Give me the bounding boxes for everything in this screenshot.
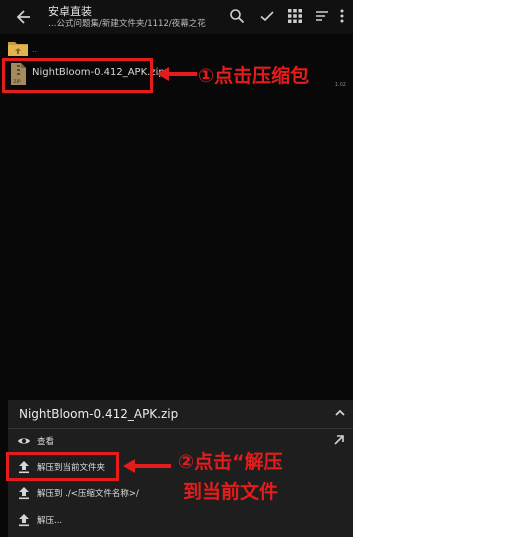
annotation-step-2-line-2: 到当前文件 bbox=[183, 481, 279, 503]
menu-item-label: 查看 bbox=[37, 437, 55, 447]
chevron-up-icon[interactable] bbox=[333, 406, 347, 420]
annotation-step-2-line-1: ②点击“解压 bbox=[178, 451, 283, 473]
more-options-icon[interactable] bbox=[337, 8, 347, 24]
menu-item-label: 解压到 ./<压缩文件名称>/ bbox=[37, 489, 139, 499]
annotation-step-1: ①点击压缩包 bbox=[198, 65, 310, 87]
sort-icon[interactable] bbox=[314, 8, 330, 24]
menu-item-extract-to-folder[interactable]: 解压到 ./<压缩文件名称>/ bbox=[8, 480, 353, 506]
search-icon[interactable] bbox=[229, 8, 245, 24]
select-check-icon[interactable] bbox=[259, 8, 275, 24]
parent-folder-label: .. bbox=[32, 45, 38, 54]
app-bar: 安卓直装 …公式问题集/新建文件夹/1112/夜幕之花 bbox=[0, 0, 353, 34]
highlight-box-extract-here bbox=[6, 452, 119, 481]
menu-item-extract-dialog[interactable]: 解压... bbox=[8, 507, 353, 533]
file-size: 1.02 bbox=[334, 82, 346, 88]
upload-icon bbox=[19, 514, 29, 527]
sheet-header: NightBloom-0.412_APK.zip bbox=[8, 400, 353, 429]
open-external-arrow-icon[interactable] bbox=[333, 434, 345, 446]
highlight-box-zip-file bbox=[2, 58, 153, 93]
upload-icon bbox=[19, 487, 29, 500]
parent-folder-icon[interactable] bbox=[7, 39, 29, 57]
arrow-left-icon bbox=[123, 459, 171, 473]
back-arrow-icon[interactable] bbox=[14, 7, 34, 27]
breadcrumb-path[interactable]: …公式问题集/新建文件夹/1112/夜幕之花 bbox=[48, 17, 206, 29]
eye-icon bbox=[18, 438, 30, 444]
arrow-left-icon bbox=[157, 67, 197, 81]
grid-view-icon[interactable] bbox=[287, 8, 303, 24]
sheet-title: NightBloom-0.412_APK.zip bbox=[19, 407, 179, 421]
menu-item-label: 解压... bbox=[37, 516, 63, 526]
